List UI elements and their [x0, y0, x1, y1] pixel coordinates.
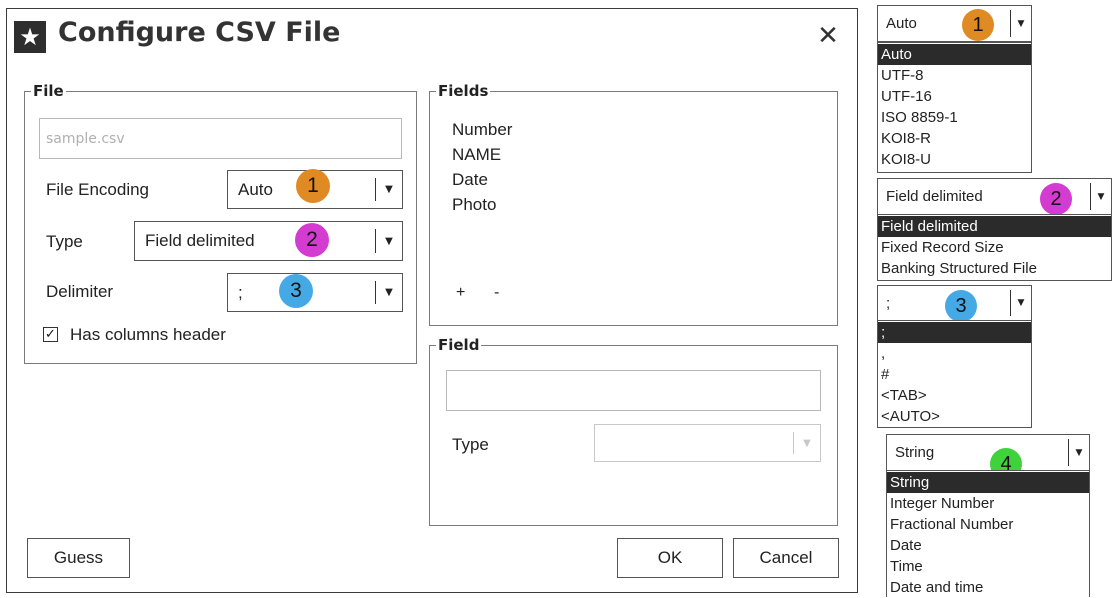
delimiter-label: Delimiter — [46, 282, 114, 301]
star-icon: ★ — [14, 21, 46, 53]
delimiter-dropdown-value: ; — [886, 294, 891, 312]
encoding-option[interactable]: KOI8-R — [878, 128, 1031, 149]
callout-badge-2: 2 — [1040, 183, 1072, 215]
encoding-option[interactable]: UTF-16 — [878, 86, 1031, 107]
field-type-dropdown-value: String — [895, 444, 935, 461]
type-options-list: Field delimited Fixed Record Size Bankin… — [877, 214, 1112, 281]
close-button[interactable]: ✕ — [814, 22, 842, 50]
callout-badge-3: 3 — [945, 290, 977, 322]
field-type-option[interactable]: Date — [887, 535, 1089, 556]
delimiter-option[interactable]: # — [878, 364, 1031, 385]
delimiter-options-list: ; , # <TAB> <AUTO> — [877, 320, 1032, 428]
field-type-select[interactable]: ▼ — [594, 424, 821, 462]
fields-group-legend: Fields — [438, 82, 489, 100]
callout-badge-2: 2 — [295, 223, 329, 257]
field-group-legend: Field — [438, 336, 480, 354]
filename-placeholder: sample.csv — [46, 130, 125, 147]
field-list-item[interactable]: Date — [452, 170, 488, 190]
has-columns-header-label: Has columns header — [70, 325, 226, 344]
field-list-item[interactable]: Photo — [452, 195, 496, 215]
file-encoding-value: Auto — [238, 179, 273, 199]
chevron-down-icon[interactable]: ▼ — [376, 274, 402, 311]
add-field-button[interactable]: + — [456, 284, 465, 302]
field-type-option[interactable]: Integer Number — [887, 493, 1089, 514]
encoding-dropdown-value: Auto — [886, 15, 917, 32]
field-type-option[interactable]: String — [887, 472, 1089, 493]
delimiter-select[interactable]: ; ▼ — [227, 273, 403, 312]
field-list-item[interactable]: Number — [452, 120, 512, 140]
field-list-item[interactable]: NAME — [452, 145, 501, 165]
field-type-options-list: String Integer Number Fractional Number … — [886, 470, 1090, 597]
chevron-down-icon[interactable]: ▼ — [1011, 286, 1031, 320]
delimiter-option[interactable]: <TAB> — [878, 385, 1031, 406]
ok-button[interactable]: OK — [617, 538, 723, 578]
delimiter-option[interactable]: <AUTO> — [878, 406, 1031, 427]
delimiter-option[interactable]: , — [878, 343, 1031, 364]
callout-badge-1: 1 — [296, 169, 330, 203]
field-type-option[interactable]: Fractional Number — [887, 514, 1089, 535]
remove-field-button[interactable]: - — [494, 284, 499, 302]
encoding-options-list: Auto UTF-8 UTF-16 ISO 8859-1 KOI8-R KOI8… — [877, 42, 1032, 173]
file-group-legend: File — [33, 82, 64, 100]
filename-input[interactable]: sample.csv — [39, 118, 402, 159]
encoding-option[interactable]: UTF-8 — [878, 65, 1031, 86]
field-type-option[interactable]: Time — [887, 556, 1089, 577]
type-option[interactable]: Field delimited — [878, 216, 1111, 237]
callout-badge-1: 1 — [962, 9, 994, 41]
type-label: Type — [46, 232, 83, 251]
encoding-option[interactable]: KOI8-U — [878, 149, 1031, 170]
encoding-option[interactable]: Auto — [878, 44, 1031, 65]
chevron-down-icon[interactable]: ▼ — [376, 222, 402, 260]
field-type-label: Type — [452, 435, 489, 454]
file-encoding-label: File Encoding — [46, 180, 150, 199]
type-option[interactable]: Banking Structured File — [878, 258, 1111, 279]
chevron-down-icon[interactable]: ▼ — [1069, 435, 1089, 470]
dialog-title: Configure CSV File — [58, 17, 341, 48]
type-select[interactable]: Field delimited ▼ — [134, 221, 403, 261]
type-option[interactable]: Fixed Record Size — [878, 237, 1111, 258]
cancel-button[interactable]: Cancel — [733, 538, 839, 578]
encoding-dropdown-callout[interactable]: Auto ▼ — [877, 5, 1032, 42]
chevron-down-icon[interactable]: ▼ — [376, 171, 402, 208]
encoding-option[interactable]: ISO 8859-1 — [878, 107, 1031, 128]
guess-button[interactable]: Guess — [27, 538, 130, 578]
type-dropdown-callout[interactable]: Field delimited ▼ — [877, 178, 1112, 215]
field-type-option[interactable]: Date and time — [887, 577, 1089, 598]
callout-badge-3: 3 — [279, 274, 313, 308]
type-dropdown-value: Field delimited — [886, 188, 983, 205]
field-type-dropdown-callout[interactable]: String ▼ — [886, 434, 1090, 471]
delimiter-value: ; — [238, 282, 243, 302]
chevron-down-icon[interactable]: ▼ — [794, 425, 820, 461]
field-name-input[interactable] — [446, 370, 821, 411]
chevron-down-icon[interactable]: ▼ — [1091, 179, 1111, 214]
delimiter-option[interactable]: ; — [878, 322, 1031, 343]
has-columns-header-checkbox[interactable]: ✓ — [43, 327, 58, 342]
chevron-down-icon[interactable]: ▼ — [1011, 6, 1031, 41]
type-value: Field delimited — [145, 231, 255, 250]
